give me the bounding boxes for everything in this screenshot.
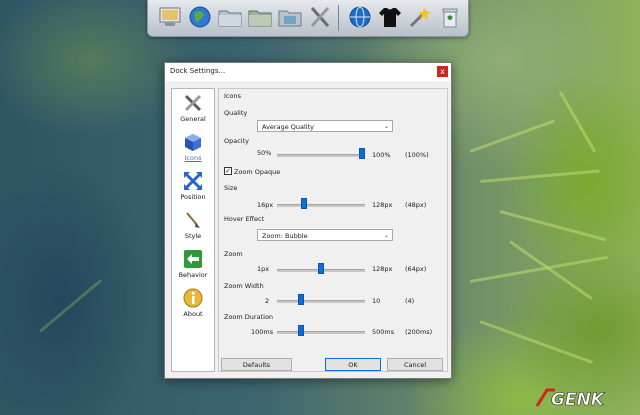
chevron-down-icon: ⌄	[383, 123, 389, 130]
arrows-icon	[183, 171, 203, 191]
tools-icon[interactable]	[306, 4, 334, 30]
folder-icon[interactable]	[246, 4, 274, 30]
sidebar-item-label: Style	[184, 232, 202, 240]
quality-label: Quality	[224, 109, 248, 117]
size-slider-track[interactable]	[277, 204, 365, 207]
zoom-width-max: 10	[372, 297, 381, 305]
zoom-duration-max: 500ms	[372, 328, 395, 336]
sidebar-item-label: Position	[180, 193, 206, 201]
zoom-opaque-label: Zoom Opaque	[234, 168, 281, 176]
globe-icon[interactable]	[186, 4, 214, 30]
opacity-max: 100%	[372, 151, 391, 159]
computer-icon[interactable]	[156, 4, 184, 30]
dialog-title: Dock Settings...	[170, 67, 226, 75]
opacity-current: (100%)	[405, 151, 429, 159]
opacity-slider-track[interactable]	[277, 154, 365, 157]
sidebar-item-icons[interactable]: Icons	[172, 132, 214, 170]
size-label: Size	[224, 184, 238, 192]
info-icon	[183, 288, 203, 308]
sidebar-item-label: General	[180, 115, 206, 123]
tshirt-icon[interactable]	[376, 4, 404, 30]
zoom-duration-label: Zoom Duration	[224, 313, 274, 321]
section-header: Icons	[224, 92, 241, 100]
arrow-left-icon	[183, 249, 203, 269]
sidebar-item-label: Behavior	[178, 271, 208, 279]
size-slider-thumb[interactable]	[300, 198, 307, 209]
opacity-label: Opacity	[224, 137, 250, 145]
internet-icon[interactable]	[346, 4, 374, 30]
sidebar-item-style[interactable]: Style	[172, 210, 214, 248]
sidebar-item-label: About	[183, 310, 203, 318]
zoom-current: (64px)	[405, 265, 427, 273]
sidebar-item-about[interactable]: About	[172, 288, 214, 326]
size-min: 16px	[257, 201, 274, 209]
sidebar-item-general[interactable]: General	[172, 93, 214, 131]
cancel-button[interactable]: Cancel	[387, 358, 443, 371]
zoom-label: Zoom	[224, 250, 243, 258]
sidebar-item-behavior[interactable]: Behavior	[172, 249, 214, 287]
chevron-down-icon: ⌄	[383, 232, 389, 239]
zoom-duration-min: 100ms	[251, 328, 274, 336]
icons-settings-panel: Icons Quality Average Quality ⌄ Opacity …	[218, 88, 448, 372]
zoom-duration-slider-track[interactable]	[277, 331, 365, 334]
folder-icon[interactable]	[216, 4, 244, 30]
sidebar-item-position[interactable]: Position	[172, 171, 214, 209]
zoom-opaque-checkbox[interactable]: ✓	[224, 167, 232, 175]
dock-settings-dialog: Dock Settings... x General Icons Positio…	[164, 62, 452, 379]
brush-icon	[183, 210, 203, 230]
hover-effect-dropdown[interactable]: Zoom: Bubble ⌄	[257, 229, 393, 241]
settings-sidebar: General Icons Position Style Behavior Ab…	[171, 88, 215, 372]
tools-icon	[183, 93, 203, 113]
zoom-width-current: (4)	[405, 297, 415, 305]
quality-dropdown[interactable]: Average Quality ⌄	[257, 120, 393, 132]
svg-text:GENK: GENK	[551, 390, 606, 410]
defaults-button[interactable]: Defaults	[221, 358, 292, 371]
zoom-min: 1px	[257, 265, 270, 273]
cube-icon	[183, 132, 203, 152]
quality-value: Average Quality	[262, 123, 314, 131]
zoom-width-slider-thumb[interactable]	[297, 294, 304, 305]
zoom-width-min: 2	[265, 297, 270, 305]
title-bar: Dock Settings... x	[165, 63, 451, 81]
image-folder-icon[interactable]	[276, 4, 304, 30]
hover-effect-label: Hover Effect	[224, 215, 265, 223]
dock-bar	[147, 0, 469, 37]
opacity-slider-thumb[interactable]	[359, 148, 365, 159]
zoom-width-label: Zoom Width	[224, 282, 264, 290]
zoom-width-slider-track[interactable]	[277, 300, 365, 303]
opacity-min: 50%	[257, 149, 272, 157]
zoom-duration-current: (200ms)	[405, 328, 433, 336]
zoom-slider-thumb[interactable]	[318, 263, 324, 274]
size-max: 128px	[372, 201, 393, 209]
recycle-bin-icon[interactable]	[436, 4, 464, 30]
sidebar-item-label: Icons	[184, 154, 202, 162]
zoom-duration-slider-thumb[interactable]	[297, 325, 304, 336]
size-current: (48px)	[405, 201, 427, 209]
wizard-icon[interactable]	[406, 4, 434, 30]
close-button[interactable]: x	[437, 66, 448, 77]
zoom-max: 128px	[372, 265, 393, 273]
hover-effect-value: Zoom: Bubble	[262, 232, 308, 240]
dock-separator	[338, 5, 339, 31]
genk-logo: GENK	[535, 388, 606, 410]
ok-button[interactable]: OK	[325, 358, 381, 371]
